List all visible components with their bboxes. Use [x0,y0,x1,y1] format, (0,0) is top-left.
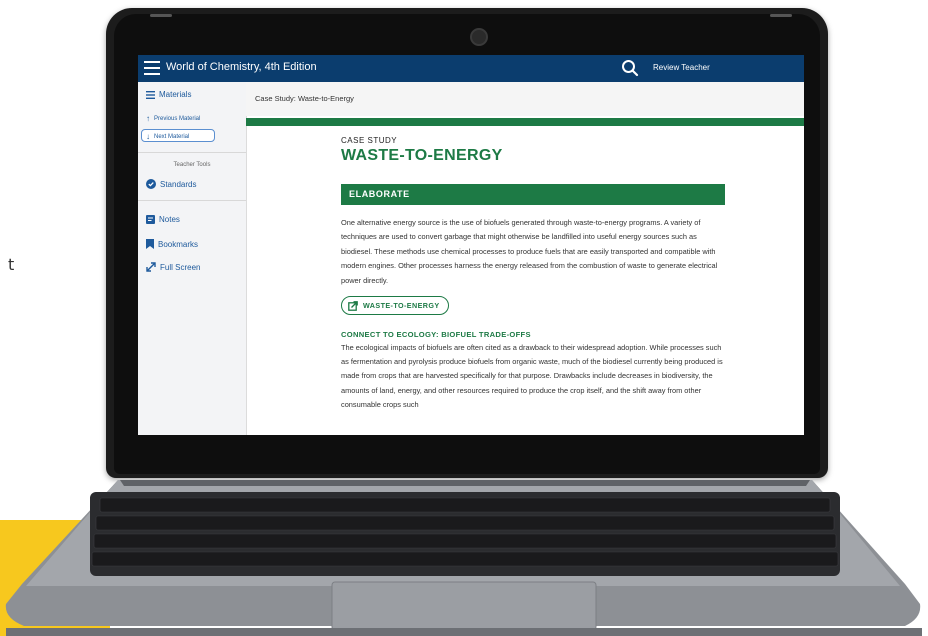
arrow-down-icon: ↓ [146,132,150,141]
sidebar-divider [138,152,246,153]
waste-to-energy-link-button[interactable]: WASTE-TO-ENERGY [341,296,449,316]
sidebar-item-materials[interactable]: Materials [146,90,191,99]
next-material-label: Next Material [154,133,190,140]
expand-icon [146,262,156,272]
sidebar-item-standards[interactable]: Standards [146,179,196,189]
sidebar-item-label: Standards [160,179,197,189]
page-title: WASTE-TO-ENERGY [341,147,503,164]
sidebar-item-label: Materials [159,90,192,99]
laptop-base [5,480,922,636]
arrow-up-icon: ↑ [146,114,150,123]
top-navigation-bar: World of Chemistry, 4th Edition Review T… [138,55,804,82]
trackpad[interactable] [331,581,597,631]
accent-bar [246,118,804,126]
external-link-icon [348,300,358,311]
next-material-link[interactable]: ↓ Next Material [146,132,189,141]
link-button-label: WASTE-TO-ENERGY [363,301,440,311]
list-icon [146,90,155,99]
note-icon [146,215,155,224]
previous-material-label: Previous Material [154,115,201,122]
breadcrumb: Case Study: Waste-to-Energy [255,94,354,103]
teacher-tools-label: Teacher Tools [173,162,211,168]
lid-hinge-mark-right [770,14,792,17]
app-title: World of Chemistry, 4th Edition [166,61,317,73]
sidebar-item-label: Notes [159,215,180,224]
badge-check-icon [146,179,156,189]
laptop-screen: World of Chemistry, 4th Edition Review T… [138,55,804,435]
webcam [470,28,488,46]
article: CASE STUDY WASTE-TO-ENERGY ELABORATE One… [341,136,725,413]
sidebar-item-fullscreen[interactable]: Full Screen [146,262,200,272]
user-name[interactable]: Review Teacher [653,63,710,72]
search-icon[interactable] [621,59,639,77]
sidebar-divider [138,200,246,201]
main-content: Case Study: Waste-to-Energy CASE STUDY W… [246,82,804,435]
sidebar-item-notes[interactable]: Notes [146,215,180,224]
subheading: CONNECT TO ECOLOGY: BIOFUEL TRADE-OFFS [341,329,531,339]
bookmark-icon [146,239,154,249]
paragraph: One alternative energy source is the use… [341,218,718,285]
menu-icon[interactable] [144,61,160,75]
sidebar-item-bookmarks[interactable]: Bookmarks [146,239,198,249]
paragraph: The ecological impacts of biofuels are o… [341,342,723,410]
section-header: ELABORATE [341,184,725,205]
background-text-fragment: t [8,255,15,274]
previous-material-link[interactable]: ↑ Previous Material [146,114,200,123]
sidebar: Materials ↑ Previous Material ↓ Next Mat… [138,82,247,435]
lid-hinge-mark-left [150,14,172,17]
sidebar-item-label: Full Screen [160,262,201,272]
article-kicker: CASE STUDY [341,136,398,145]
breadcrumb-bar: Case Study: Waste-to-Energy [246,82,804,116]
sidebar-item-label: Bookmarks [158,239,199,249]
